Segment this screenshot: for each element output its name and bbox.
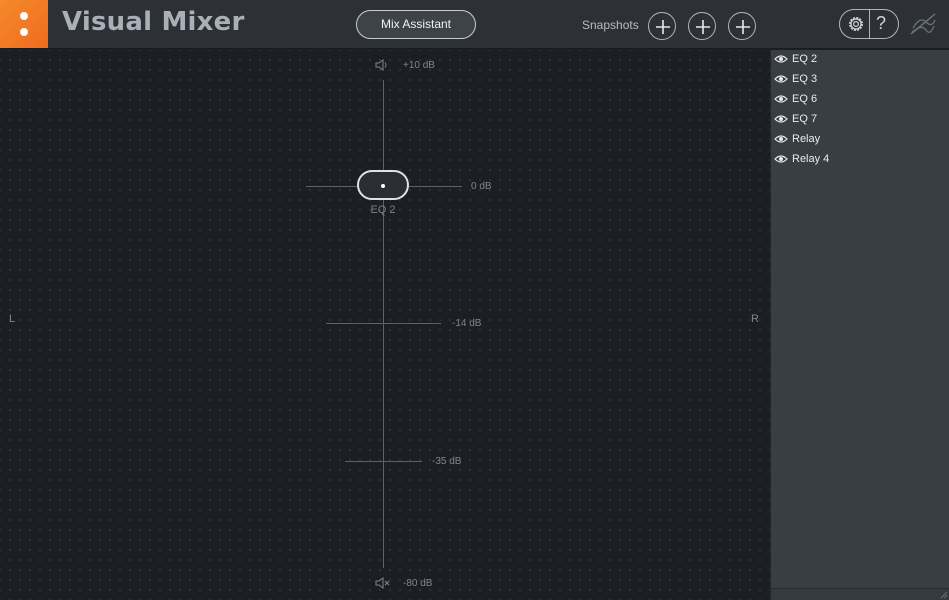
tick-minus14db bbox=[326, 323, 441, 324]
snapshot-3-button[interactable] bbox=[728, 12, 756, 40]
help-icon[interactable]: ? bbox=[876, 13, 886, 34]
track-name: Relay 4 bbox=[792, 153, 830, 165]
plus-icon bbox=[656, 20, 670, 34]
track-list-panel: EQ 2 EQ 3 EQ 6 EQ 7 Relay Relay 4 bbox=[770, 50, 949, 600]
app-title: Visual Mixer bbox=[62, 7, 245, 37]
gear-icon[interactable] bbox=[846, 14, 866, 34]
speaker-muted-icon bbox=[375, 577, 390, 589]
header-bar: Visual Mixer Mix Assistant Snapshots ? bbox=[0, 0, 949, 49]
snapshots-label: Snapshots bbox=[582, 18, 639, 32]
speaker-icon bbox=[375, 59, 387, 71]
pan-right-label: R bbox=[751, 313, 759, 325]
menu-dot bbox=[20, 28, 28, 36]
track-list-item[interactable]: EQ 2 bbox=[771, 50, 949, 70]
snapshot-1-button[interactable] bbox=[648, 12, 676, 40]
eye-icon[interactable] bbox=[774, 74, 788, 84]
track-list-item[interactable]: Relay bbox=[771, 130, 949, 150]
pan-left-label: L bbox=[9, 313, 16, 325]
divider bbox=[869, 10, 870, 38]
plus-icon bbox=[696, 20, 710, 34]
menu-dots-icon[interactable] bbox=[0, 0, 48, 48]
menu-dot bbox=[20, 12, 28, 20]
track-list-item[interactable]: EQ 6 bbox=[771, 90, 949, 110]
mix-assistant-button[interactable]: Mix Assistant bbox=[356, 10, 476, 39]
db-label-min: -80 dB bbox=[403, 578, 433, 589]
settings-help-group: ? bbox=[839, 9, 899, 39]
track-node-eq2[interactable] bbox=[357, 170, 409, 200]
resize-grip-icon[interactable] bbox=[938, 589, 948, 599]
ozone-logo-icon[interactable] bbox=[908, 10, 938, 38]
eye-icon[interactable] bbox=[774, 134, 788, 144]
panel-footer bbox=[771, 588, 949, 600]
eye-icon[interactable] bbox=[774, 94, 788, 104]
snapshot-2-button[interactable] bbox=[688, 12, 716, 40]
track-name: EQ 6 bbox=[792, 93, 818, 105]
track-list-item[interactable]: EQ 3 bbox=[771, 70, 949, 90]
db-label-minus35: -35 dB bbox=[432, 456, 462, 467]
eye-icon[interactable] bbox=[774, 54, 788, 64]
track-node-label: EQ 2 bbox=[370, 204, 396, 216]
track-name: Relay bbox=[792, 133, 821, 145]
db-label-0: 0 dB bbox=[471, 181, 492, 192]
track-name: EQ 7 bbox=[792, 113, 818, 125]
db-label-max: +10 dB bbox=[403, 60, 435, 71]
track-name: EQ 2 bbox=[792, 53, 818, 65]
eye-icon[interactable] bbox=[774, 114, 788, 124]
track-list-item[interactable]: Relay 4 bbox=[771, 150, 949, 170]
track-name: EQ 3 bbox=[792, 73, 818, 85]
track-list-item[interactable]: EQ 7 bbox=[771, 110, 949, 130]
mixer-stage[interactable]: +10 dB 0 dB -14 dB -35 dB -80 dB L R EQ … bbox=[0, 50, 770, 600]
track-node-center bbox=[381, 184, 385, 188]
gain-axis bbox=[383, 80, 384, 568]
eye-icon[interactable] bbox=[774, 154, 788, 164]
db-label-minus14: -14 dB bbox=[452, 318, 482, 329]
plus-icon bbox=[736, 20, 750, 34]
tick-minus35db bbox=[345, 461, 422, 462]
